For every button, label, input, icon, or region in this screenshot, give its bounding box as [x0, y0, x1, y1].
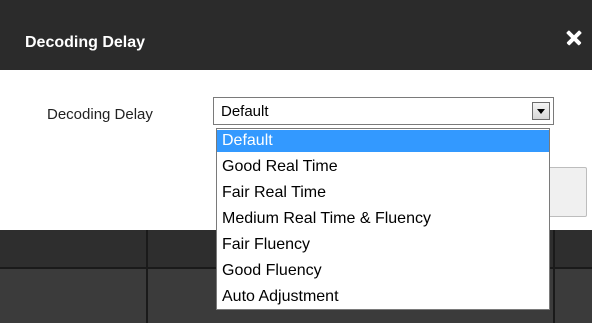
- close-icon[interactable]: [563, 26, 587, 50]
- option-fair-fluency[interactable]: Fair Fluency: [217, 234, 549, 256]
- decoding-delay-select[interactable]: Default: [213, 97, 554, 125]
- select-current-value: Default: [221, 103, 269, 120]
- option-medium-real-time-fluency[interactable]: Medium Real Time & Fluency: [217, 208, 549, 230]
- grid-divider: [553, 230, 555, 323]
- option-auto-adjustment[interactable]: Auto Adjustment: [217, 286, 549, 308]
- decoding-delay-label: Decoding Delay: [47, 106, 153, 123]
- dialog-title: Decoding Delay: [25, 34, 146, 51]
- grid-divider: [146, 230, 148, 323]
- option-default[interactable]: Default: [217, 130, 549, 152]
- option-good-fluency[interactable]: Good Fluency: [217, 260, 549, 282]
- option-fair-real-time[interactable]: Fair Real Time: [217, 182, 549, 204]
- decoding-delay-dropdown: Default Good Real Time Fair Real Time Me…: [216, 128, 550, 310]
- option-good-real-time[interactable]: Good Real Time: [217, 156, 549, 178]
- chevron-down-icon[interactable]: [532, 102, 550, 120]
